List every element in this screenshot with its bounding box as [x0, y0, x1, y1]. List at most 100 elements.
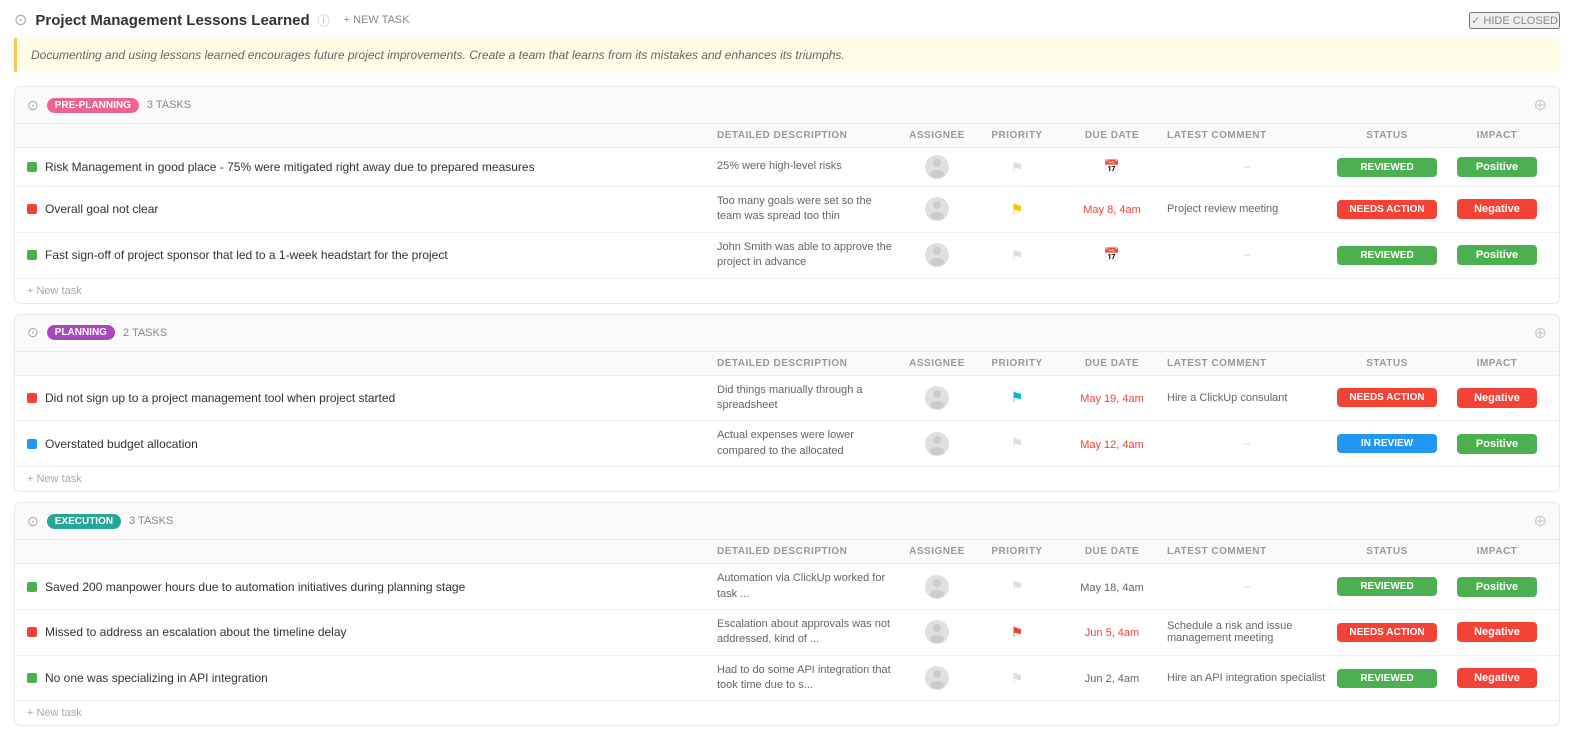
section-add-button-planning[interactable]: ⊕	[1534, 323, 1547, 343]
section-execution: ⊙ EXECUTION 3 TASKS ⊕ DETAILED DESCRIPTI…	[14, 502, 1560, 726]
avatar[interactable]	[925, 620, 949, 644]
priority-flag[interactable]: ⚑	[1011, 247, 1024, 264]
task-priority[interactable]: ⚑	[977, 578, 1057, 595]
task-description: Escalation about approvals was not addre…	[717, 617, 897, 648]
task-assignee[interactable]	[897, 386, 977, 410]
calendar-icon: 📅	[1104, 247, 1120, 262]
table-row[interactable]: No one was specializing in API integrati…	[15, 656, 1559, 702]
priority-flag[interactable]: ⚑	[1011, 670, 1024, 687]
task-name: Overall goal not clear	[27, 202, 717, 216]
task-description: Did things manually through a spreadshee…	[717, 383, 897, 414]
impact-badge: Negative	[1457, 668, 1537, 688]
task-priority[interactable]: ⚑	[977, 201, 1057, 218]
col-status: STATUS	[1327, 546, 1447, 557]
avatar[interactable]	[925, 575, 949, 599]
impact-badge: Positive	[1457, 245, 1537, 265]
priority-flag[interactable]: ⚑	[1011, 435, 1024, 452]
avatar[interactable]	[925, 666, 949, 690]
section-add-button-execution[interactable]: ⊕	[1534, 511, 1547, 531]
task-impact: Positive	[1447, 577, 1547, 597]
task-assignee[interactable]	[897, 432, 977, 456]
chevron-icon[interactable]: ⊙	[27, 97, 39, 114]
task-name: Overstated budget allocation	[27, 437, 717, 451]
priority-flag[interactable]: ⚑	[1011, 201, 1024, 218]
section-badge-pre-planning: PRE-PLANNING	[47, 98, 139, 113]
section-add-button-pre-planning[interactable]: ⊕	[1534, 95, 1547, 115]
priority-flag[interactable]: ⚑	[1011, 159, 1024, 176]
section-tasks-count-execution: 3 TASKS	[129, 515, 173, 527]
col-headers-pre-planning: DETAILED DESCRIPTION ASSIGNEE PRIORITY D…	[15, 124, 1559, 148]
chevron-icon[interactable]: ⊙	[27, 513, 39, 530]
status-badge: REVIEWED	[1337, 577, 1437, 596]
avatar[interactable]	[925, 197, 949, 221]
col-latest-comment: LATEST COMMENT	[1167, 130, 1327, 141]
avatar[interactable]	[925, 386, 949, 410]
due-date-value: May 8, 4am	[1083, 204, 1140, 216]
impact-badge: Negative	[1457, 199, 1537, 219]
task-due-date: May 12, 4am	[1057, 437, 1167, 451]
info-icon[interactable]: ⓘ	[318, 12, 330, 29]
col-impact: IMPACT	[1447, 358, 1547, 369]
new-task-button[interactable]: + NEW TASK	[338, 12, 416, 28]
task-priority[interactable]: ⚑	[977, 624, 1057, 641]
col-due-date: DUE DATE	[1057, 358, 1167, 369]
table-row[interactable]: Overstated budget allocation Actual expe…	[15, 421, 1559, 467]
task-assignee[interactable]	[897, 666, 977, 690]
task-status: REVIEWED	[1327, 577, 1447, 596]
new-task-row[interactable]: + New task	[15, 467, 1559, 491]
due-date-value: Jun 5, 4am	[1085, 627, 1139, 639]
new-task-row[interactable]: + New task	[15, 279, 1559, 303]
task-priority[interactable]: ⚑	[977, 389, 1057, 406]
status-badge: REVIEWED	[1337, 158, 1437, 177]
task-impact: Negative	[1447, 622, 1547, 642]
priority-flag[interactable]: ⚑	[1011, 578, 1024, 595]
table-row[interactable]: Did not sign up to a project management …	[15, 376, 1559, 422]
avatar[interactable]	[925, 432, 949, 456]
table-row[interactable]: Overall goal not clear Too many goals we…	[15, 187, 1559, 233]
task-label: Did not sign up to a project management …	[45, 391, 395, 405]
task-status: REVIEWED	[1327, 158, 1447, 177]
task-comment: –	[1167, 161, 1327, 173]
task-impact: Negative	[1447, 668, 1547, 688]
table-row[interactable]: Risk Management in good place - 75% were…	[15, 148, 1559, 187]
impact-badge: Positive	[1457, 157, 1537, 177]
task-dot	[27, 582, 37, 592]
impact-badge: Positive	[1457, 577, 1537, 597]
avatar[interactable]	[925, 155, 949, 179]
task-label: Saved 200 manpower hours due to automati…	[45, 580, 465, 594]
section-tasks-count-planning: 2 TASKS	[123, 327, 167, 339]
avatar[interactable]	[925, 243, 949, 267]
hide-closed-button[interactable]: ✓ HIDE CLOSED	[1469, 12, 1560, 29]
table-row[interactable]: Missed to address an escalation about th…	[15, 610, 1559, 656]
section-badge-planning: PLANNING	[47, 325, 115, 340]
priority-flag[interactable]: ⚑	[1011, 624, 1024, 641]
col-due-date: DUE DATE	[1057, 130, 1167, 141]
task-assignee[interactable]	[897, 197, 977, 221]
task-assignee[interactable]	[897, 620, 977, 644]
task-priority[interactable]: ⚑	[977, 159, 1057, 176]
priority-flag[interactable]: ⚑	[1011, 389, 1024, 406]
task-priority[interactable]: ⚑	[977, 247, 1057, 264]
col-impact: IMPACT	[1447, 546, 1547, 557]
task-comment: Hire an API integration specialist	[1167, 672, 1327, 684]
table-row[interactable]: Saved 200 manpower hours due to automati…	[15, 564, 1559, 610]
task-due-date: 📅	[1057, 247, 1167, 263]
task-priority[interactable]: ⚑	[977, 670, 1057, 687]
due-date-value: May 12, 4am	[1080, 439, 1144, 451]
task-name: No one was specializing in API integrati…	[27, 671, 717, 685]
task-assignee[interactable]	[897, 155, 977, 179]
task-description: Had to do some API integration that took…	[717, 663, 897, 694]
task-assignee[interactable]	[897, 575, 977, 599]
task-impact: Positive	[1447, 157, 1547, 177]
col-task-name	[27, 546, 717, 557]
new-task-row[interactable]: + New task	[15, 701, 1559, 725]
collapse-icon[interactable]: ⊙	[14, 10, 27, 30]
table-row[interactable]: Fast sign-off of project sponsor that le…	[15, 233, 1559, 279]
task-priority[interactable]: ⚑	[977, 435, 1057, 452]
task-label: Risk Management in good place - 75% were…	[45, 160, 535, 174]
task-name: Did not sign up to a project management …	[27, 391, 717, 405]
task-description: 25% were high-level risks	[717, 159, 897, 174]
due-date-value: Jun 2, 4am	[1085, 673, 1139, 685]
task-assignee[interactable]	[897, 243, 977, 267]
chevron-icon[interactable]: ⊙	[27, 324, 39, 341]
